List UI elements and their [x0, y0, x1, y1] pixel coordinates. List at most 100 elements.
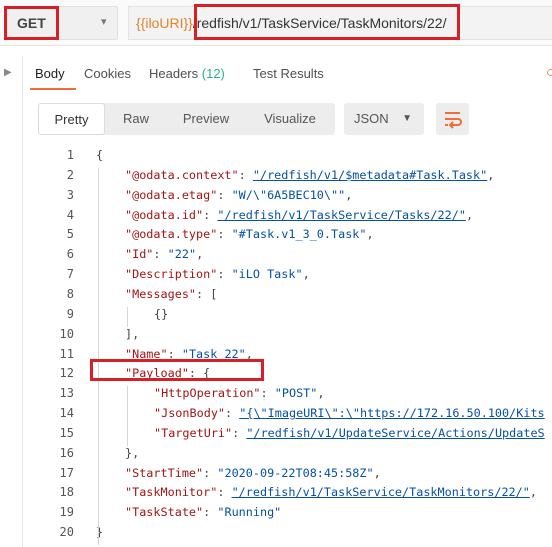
pane-divider [22, 56, 23, 547]
visualize-button[interactable]: Visualize [245, 103, 335, 135]
code-line: "StartTime": "2020-09-22T08:45:58Z", [125, 466, 381, 480]
json-punct: : [217, 485, 232, 500]
indent-guide [127, 386, 128, 446]
json-value: "2020-09-22T08:45:58Z" [217, 465, 374, 480]
json-punct: , [317, 386, 325, 401]
code-line: "JsonBody": "{\"ImageURI\":\"https://172… [154, 406, 545, 420]
indent-guide [98, 167, 99, 545]
json-punct: , [529, 485, 537, 500]
language-select[interactable]: JSON ▼ [344, 103, 424, 135]
json-value: "{\"ImageURI\":\"https://172.16.50.100/K… [239, 406, 545, 421]
line-number: 5 [66, 227, 74, 242]
line-number: 17 [59, 465, 74, 480]
url-variable: {{iloURI}} [136, 15, 193, 31]
json-punct: , [366, 227, 374, 242]
json-punct: : [217, 227, 232, 242]
json-key: "@odata.context" [125, 167, 239, 182]
code-line: "@odata.etag": "W/\"6A5BEC10\"", [125, 188, 352, 202]
json-punct: : [225, 406, 240, 421]
line-number: 20 [59, 525, 74, 540]
code-line: "Messages": [ [125, 287, 217, 301]
json-punct: : [203, 465, 218, 480]
line-number: 7 [66, 267, 74, 282]
globe-icon[interactable]: ○ [546, 64, 552, 81]
url-highlight-box [194, 4, 460, 40]
json-punct: : [217, 267, 232, 282]
code-line: "TaskState": "Running" [125, 505, 281, 519]
json-punct: : [232, 425, 247, 440]
line-number: 16 [59, 445, 74, 460]
json-key: "JsonBody" [154, 406, 226, 421]
code-line: "HttpOperation": "POST", [154, 386, 325, 400]
json-punct: , [465, 207, 474, 222]
code-line: "TargetUri": "/redfish/v1/UpdateService/… [154, 426, 545, 440]
chevron-down-icon: ▼ [402, 113, 412, 124]
json-punct: : [ [196, 286, 218, 301]
tab-body[interactable]: Body [35, 66, 65, 81]
json-value: "Running" [217, 505, 282, 520]
response-tabs: Body Cookies Headers (12) Test Results [26, 56, 552, 92]
json-punct: , [302, 267, 310, 282]
json-punct: : [238, 167, 253, 182]
line-number: 9 [66, 306, 74, 321]
code-line: { [96, 148, 103, 162]
tab-headers[interactable]: Headers (12) [149, 66, 225, 81]
line-number: 2 [66, 167, 74, 182]
json-value: "/redfish/v1/TaskService/TaskMonitors/22… [231, 485, 530, 500]
line-number: 12 [59, 366, 74, 381]
code-line: {} [154, 307, 168, 321]
json-key: "TargetUri" [154, 425, 233, 440]
line-number: 13 [59, 386, 74, 401]
json-punct: {} [154, 306, 169, 321]
wrap-lines-button[interactable] [436, 103, 469, 135]
code-line: }, [125, 446, 139, 460]
json-value: "iLO Task" [231, 267, 303, 282]
raw-button[interactable]: Raw [105, 103, 167, 135]
json-key: "HttpOperation" [154, 386, 261, 401]
code-line: "@odata.type": "#Task.v1_3_0.Task", [125, 227, 374, 241]
code-line: "Description": "iLO Task", [125, 267, 310, 281]
preview-button[interactable]: Preview [167, 103, 245, 135]
json-punct: }, [125, 445, 140, 460]
json-key: "Description" [125, 267, 218, 282]
code-line: ], [125, 327, 139, 341]
indent-guide [127, 306, 128, 327]
line-number: 15 [59, 425, 74, 440]
json-punct: ], [125, 326, 140, 341]
json-key: "@odata.etag" [125, 187, 218, 202]
headers-count-badge: (12) [201, 66, 225, 81]
json-value: "/redfish/v1/UpdateService/Actions/Updat… [246, 425, 545, 440]
json-value: "W/\"6A5BEC10\"" [231, 187, 346, 202]
json-key: "Id" [125, 247, 154, 262]
tab-test-results[interactable]: Test Results [253, 66, 324, 81]
tab-headers-label: Headers [149, 66, 199, 81]
format-toggle-group: Pretty Raw Preview Visualize [38, 103, 335, 135]
json-punct: , [487, 167, 495, 182]
response-body-viewer[interactable]: 1 {2 "@odata.context": "/redfish/v1/$metad… [30, 145, 552, 547]
request-bar: GET ▾ {{iloURI}}/redfish/v1/TaskService/… [0, 0, 552, 46]
tab-cookies[interactable]: Cookies [84, 66, 131, 81]
line-number: 11 [59, 346, 74, 361]
chevron-right-icon[interactable]: ▶ [4, 67, 12, 78]
chevron-down-icon: ▾ [101, 16, 107, 28]
pretty-button[interactable]: Pretty [38, 103, 105, 135]
json-key: "TaskMonitor" [125, 485, 218, 500]
line-number: 18 [59, 485, 74, 500]
json-value: "/redfish/v1/TaskService/Tasks/22/" [217, 207, 466, 222]
json-punct: , [196, 247, 204, 262]
line-number: 6 [66, 247, 74, 262]
line-number: 10 [59, 326, 74, 341]
json-punct: : [203, 207, 218, 222]
json-punct: : [153, 247, 168, 262]
line-number: 3 [66, 187, 74, 202]
line-number: 8 [66, 286, 74, 301]
code-line: "Id": "22", [125, 247, 203, 261]
json-punct: : [217, 187, 232, 202]
json-key: "TaskState" [125, 505, 204, 520]
json-punct: : [203, 505, 218, 520]
line-number: 14 [59, 406, 74, 421]
wrap-lines-icon [445, 112, 462, 129]
code-line: "@odata.id": "/redfish/v1/TaskService/Ta… [125, 208, 473, 222]
json-punct: : [260, 386, 275, 401]
json-key: "@odata.id" [125, 207, 204, 222]
